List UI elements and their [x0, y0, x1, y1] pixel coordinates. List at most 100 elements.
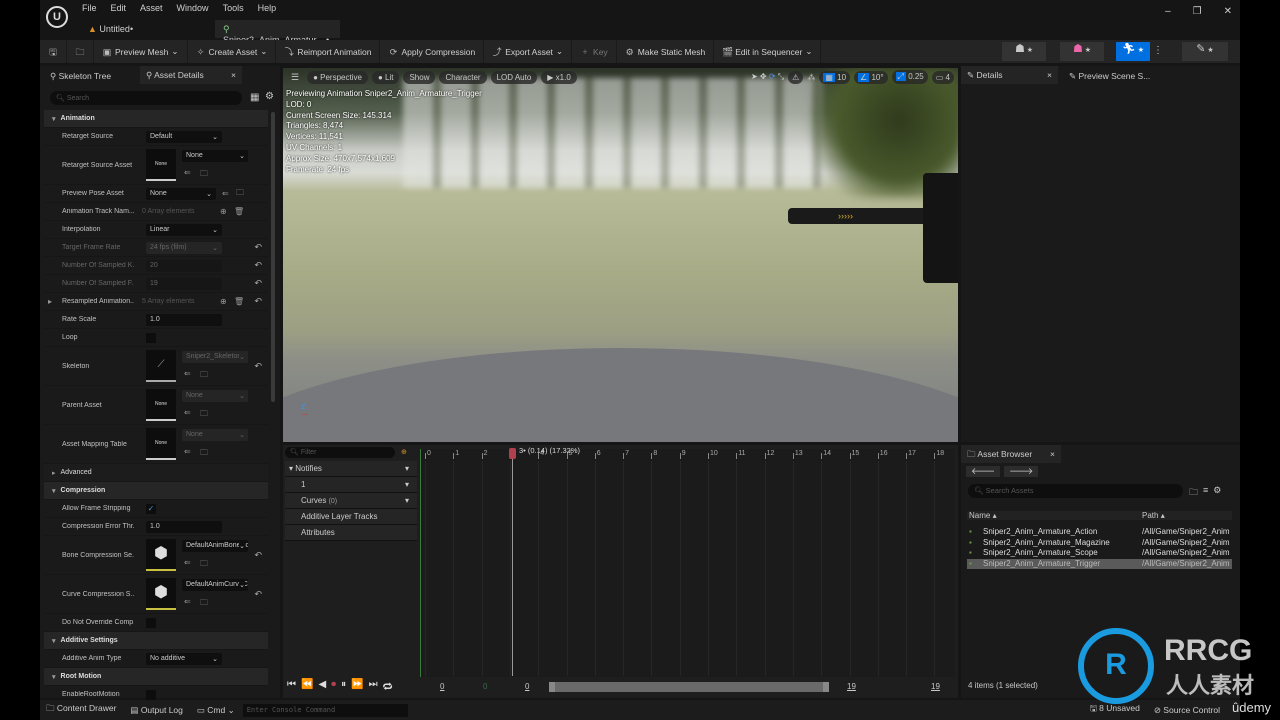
step-back-button[interactable]: ⏪ [301, 679, 313, 694]
tab-untitled[interactable]: ▲ Untitled• [80, 20, 141, 38]
tab-details[interactable]: ✎ Details × [961, 66, 1058, 84]
menu-asset[interactable]: Asset [140, 3, 163, 13]
asset-picker-dropdown[interactable]: None ⌄ [182, 429, 248, 441]
use-selected-icon[interactable]: ⇐ [184, 369, 191, 378]
asset-row[interactable]: ▪ Sniper2_Anim_Armature_Scope/All/Game/Sn… [967, 548, 1232, 558]
property-dropdown[interactable]: No additive ⌄ [146, 652, 222, 665]
source-control-button[interactable]: ⊘ Source Control [1154, 705, 1220, 716]
property-input[interactable]: 1.0 [146, 313, 222, 326]
content-drawer-button[interactable]: 🗀 Content Drawer [46, 703, 116, 717]
use-selected-icon[interactable]: ⇐ [184, 597, 191, 606]
column-name[interactable]: Name ▴ [967, 511, 1142, 520]
details-search-input[interactable]: 🔍︎ Search [50, 91, 242, 105]
grid-snap-button[interactable]: ▦ 10 [819, 70, 851, 84]
settings-gear-icon[interactable]: ⚙ [1213, 485, 1221, 501]
use-selected-icon[interactable]: ⇐ [222, 189, 229, 198]
reset-to-default-icon[interactable]: ↶ [254, 260, 262, 271]
browse-folder-icon[interactable]: 🗀 [200, 597, 208, 611]
mode-animation-button[interactable]: 🏃︎ ★ [1116, 42, 1150, 61]
use-selected-icon[interactable]: ⇐ [184, 447, 191, 456]
lod-button[interactable]: LOD Auto [490, 70, 538, 84]
table-view-icon[interactable]: ▦ [250, 92, 259, 103]
asset-row[interactable]: ▪ Sniper2_Anim_Armature_Action/All/Game/S… [967, 527, 1232, 537]
viewport-menu-icon[interactable]: ☰ [287, 72, 303, 83]
chevron-right-icon[interactable]: ▸ [48, 297, 52, 306]
section-advanced[interactable]: ▸ Advanced [44, 464, 268, 482]
asset-picker-dropdown[interactable]: DefaultAnimCurveCompressionSettings⌄ [182, 579, 248, 591]
output-log-button[interactable]: ▤ Output Log [130, 705, 182, 716]
asset-thumbnail[interactable]: None [146, 428, 176, 460]
create-asset-button[interactable]: ✧ Create Asset ⌄ [188, 40, 277, 63]
timeline-filter-input[interactable]: 🔍︎ Filter [285, 447, 395, 458]
character-button[interactable]: Character [439, 70, 487, 84]
asset-thumbnail[interactable]: ⬢ [146, 539, 176, 571]
track-curves[interactable]: Curves (0) ▾ [285, 493, 417, 509]
more-options-icon[interactable]: ⋮ [1153, 45, 1163, 56]
loop-button[interactable]: 🔁︎ [383, 679, 393, 694]
close-tab-icon[interactable]: × [1050, 449, 1055, 459]
view-range-start[interactable]: 0 [483, 682, 487, 691]
range-start[interactable]: 0 [440, 682, 444, 691]
browse-folder-icon[interactable]: 🗀 [200, 558, 208, 572]
asset-thumbnail[interactable]: None [146, 389, 176, 421]
minimize-button[interactable]: – [1165, 6, 1171, 17]
property-checkbox[interactable] [146, 617, 156, 628]
browse-folder-icon[interactable]: 🗀 [200, 447, 208, 461]
menu-edit[interactable]: Edit [111, 3, 127, 13]
asset-thumbnail[interactable]: ⟋ [146, 350, 176, 382]
playback-speed-button[interactable]: ▶ x1.0 [541, 70, 577, 84]
property-checkbox[interactable]: ✓ [146, 503, 156, 514]
asset-search-input[interactable]: 🔍︎ Search Assets [968, 484, 1183, 498]
add-element-icon[interactable]: ⊕ [220, 297, 227, 306]
delete-icon[interactable]: 🗑 [234, 207, 244, 216]
asset-picker-dropdown[interactable]: Sniper2_Skeleton ⌄ [182, 351, 248, 363]
menu-window[interactable]: Window [177, 3, 209, 13]
track-notify-1[interactable]: 1 ▾ [285, 477, 417, 493]
camera-speed-button[interactable]: ▭ 4 [931, 70, 954, 84]
property-dropdown[interactable]: Linear ⌄ [146, 223, 222, 236]
surface-snap-icon[interactable]: ⁂ [807, 73, 815, 82]
key-button[interactable]: + Key [572, 40, 617, 63]
export-asset-button[interactable]: ⤴ Export Asset ⌄ [484, 40, 573, 63]
browse-folder-icon[interactable]: 🗀 [200, 369, 208, 383]
mode-blueprint-button[interactable]: ✎ ★ [1182, 42, 1228, 61]
reset-to-default-icon[interactable]: ↶ [254, 550, 262, 561]
close-button[interactable]: ✕ [1224, 6, 1232, 17]
step-forward-button[interactable]: ⏩ [351, 679, 363, 694]
asset-picker-dropdown[interactable]: DefaultAnimBoneCompressionSettings⌄ [182, 540, 248, 552]
view-range-end[interactable]: 19 [847, 682, 856, 691]
tab-preview-scene-settings[interactable]: ✎ Preview Scene S... [1063, 68, 1156, 84]
rotation-snap-button[interactable]: ∠ 10° [854, 70, 888, 84]
lit-button[interactable]: ● Lit [371, 70, 400, 84]
add-track-icon[interactable]: ⊕ [401, 448, 407, 456]
details-scrollbar[interactable] [271, 112, 275, 402]
settings-gear-icon[interactable]: ⚙ [265, 91, 274, 102]
property-dropdown[interactable]: None ⌄ [146, 187, 216, 200]
jump-end-button[interactable]: ⏭ [369, 679, 378, 694]
use-selected-icon[interactable]: ⇐ [184, 168, 191, 177]
playhead-handle[interactable] [509, 448, 516, 459]
menu-tools[interactable]: Tools [223, 3, 244, 13]
console-input[interactable]: Enter Console Command [242, 703, 408, 717]
cmd-button[interactable]: ▭ Cmd ⌄ [197, 705, 235, 716]
mode-mesh-button[interactable]: ☗ ★ [1060, 42, 1104, 61]
close-tab-icon[interactable]: × [231, 70, 236, 80]
property-dropdown[interactable]: Default ⌄ [146, 130, 222, 143]
tab-sniper-anim[interactable]: ⚲ Sniper2_Anim_Armatur... • × [215, 20, 340, 55]
asset-thumbnail[interactable]: None [146, 149, 176, 181]
section-compression[interactable]: ▾ Compression [44, 482, 268, 500]
asset-thumbnail[interactable]: ⬢ [146, 578, 176, 610]
use-selected-icon[interactable]: ⇐ [184, 408, 191, 417]
make-static-mesh-button[interactable]: ⚙ Make Static Mesh [617, 40, 715, 63]
playhead-line[interactable] [512, 452, 513, 676]
use-selected-icon[interactable]: ⇐ [184, 558, 191, 567]
current-frame[interactable]: 0 [525, 682, 529, 691]
menu-help[interactable]: Help [258, 3, 277, 13]
reimport-animation-button[interactable]: ⤵ Reimport Animation [276, 40, 381, 63]
play-reverse-button[interactable]: ◀ [318, 679, 326, 694]
reset-to-default-icon[interactable]: ↶ [254, 361, 262, 372]
scale-snap-button[interactable]: ⤢ 0.25 [891, 70, 928, 84]
range-end[interactable]: 19 [931, 682, 940, 691]
browse-folder-icon[interactable]: 🗀 [236, 187, 244, 201]
timeline-track-area[interactable] [420, 449, 955, 677]
